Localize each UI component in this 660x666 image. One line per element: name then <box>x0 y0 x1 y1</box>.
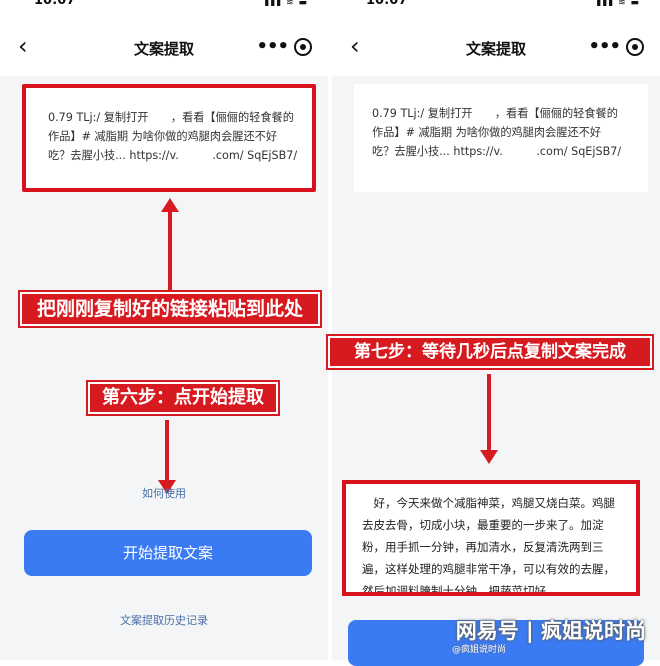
close-miniprogram-icon[interactable] <box>626 38 644 56</box>
watermark: 网易号 | 疯姐说时尚 <box>455 619 646 643</box>
result-text-area: 好，今天来做个减脂神菜，鸡腿又烧白菜。鸡腿去皮去骨，切成小块，最重要的一步来了。… <box>342 480 640 596</box>
signal-icon: ▮▮▮ ≋ ▬ <box>264 0 308 8</box>
close-miniprogram-icon[interactable] <box>294 38 312 56</box>
status-bar: 10:07 ▮▮▮ ≋ ▬ <box>0 0 328 18</box>
nav-bar: ‹ 文案提取 ••• <box>332 18 660 76</box>
link-input-text[interactable]: 0.79 TLj:/ 复制打开 ，看看【俪俪的轻食餐的作品】# 减脂期 为啥你做… <box>48 108 298 165</box>
callout-paste-here: 把刚刚复制好的链接粘贴到此处 <box>18 290 322 328</box>
callout-step-seven: 第七步：等待几秒后点复制文案完成 <box>326 334 654 370</box>
arrow-down-icon <box>480 374 498 464</box>
more-icon[interactable]: ••• <box>256 36 289 57</box>
status-time: 10:07 <box>34 0 76 8</box>
arrow-up-icon <box>161 198 179 292</box>
how-to-use-link[interactable]: 如何使用 <box>0 485 328 501</box>
callout-step-six: 第六步：点开始提取 <box>86 380 280 416</box>
link-input-area[interactable]: 0.79 TLj:/ 复制打开 ，看看【俪俪的轻食餐的作品】# 减脂期 为啥你做… <box>22 84 316 192</box>
more-icon[interactable]: ••• <box>588 36 621 57</box>
link-input-area[interactable]: 0.79 TLj:/ 复制打开 ，看看【俪俪的轻食餐的作品】# 减脂期 为啥你做… <box>354 84 648 192</box>
extracted-text: 好，今天来做个减脂神菜，鸡腿又烧白菜。鸡腿去皮去骨，切成小块，最重要的一步来了。… <box>362 496 615 596</box>
start-extract-button[interactable]: 开始提取文案 <box>24 530 312 576</box>
signal-icon: ▮▮▮ ≋ ▬ <box>596 0 640 8</box>
arrow-down-icon <box>158 420 176 494</box>
nav-bar: ‹ 文案提取 ••• <box>0 18 328 76</box>
left-screen: 10:07 ▮▮▮ ≋ ▬ ‹ 文案提取 ••• 0.79 TLj:/ 复制打开… <box>0 0 328 660</box>
watermark-handle: @疯姐说时尚 <box>452 645 507 655</box>
extract-history-link[interactable]: 文案提取历史记录 <box>0 612 328 628</box>
status-bar: 10:07 ▮▮▮ ≋ ▬ <box>332 0 660 18</box>
link-input-text[interactable]: 0.79 TLj:/ 复制打开 ，看看【俪俪的轻食餐的作品】# 减脂期 为啥你做… <box>372 104 622 161</box>
status-time: 10:07 <box>366 0 408 8</box>
